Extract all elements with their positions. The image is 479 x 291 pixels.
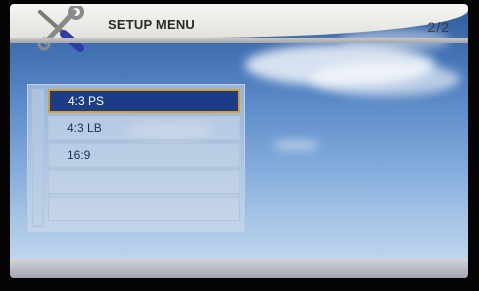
menu-item-16-9[interactable]: 16:9: [48, 143, 240, 167]
tools-icon: [37, 6, 84, 52]
menu-item-4-3-lb[interactable]: 4:3 LB: [48, 116, 240, 140]
screen: SETUP MENU 2/2 4:3 PS 4:3 LB 16:9: [10, 4, 468, 278]
scrollbar[interactable]: [32, 89, 44, 227]
setup-menu-panel: 4:3 PS 4:3 LB 16:9: [27, 84, 245, 232]
page-indicator: 2/2: [427, 19, 450, 35]
header-divider: [10, 38, 468, 43]
menu-item-label: 4:3 LB: [67, 121, 102, 135]
cloud: [310, 62, 460, 96]
menu-item-empty: [48, 170, 240, 194]
page-title: SETUP MENU: [108, 17, 195, 32]
menu-item-4-3-ps[interactable]: 4:3 PS: [48, 89, 240, 113]
menu-list: 4:3 PS 4:3 LB 16:9: [48, 89, 240, 224]
menu-item-empty: [48, 197, 240, 221]
footer-bar: [10, 258, 468, 278]
menu-item-label: 16:9: [67, 148, 91, 162]
cloud: [272, 140, 320, 150]
menu-item-label: 4:3 PS: [68, 94, 105, 108]
